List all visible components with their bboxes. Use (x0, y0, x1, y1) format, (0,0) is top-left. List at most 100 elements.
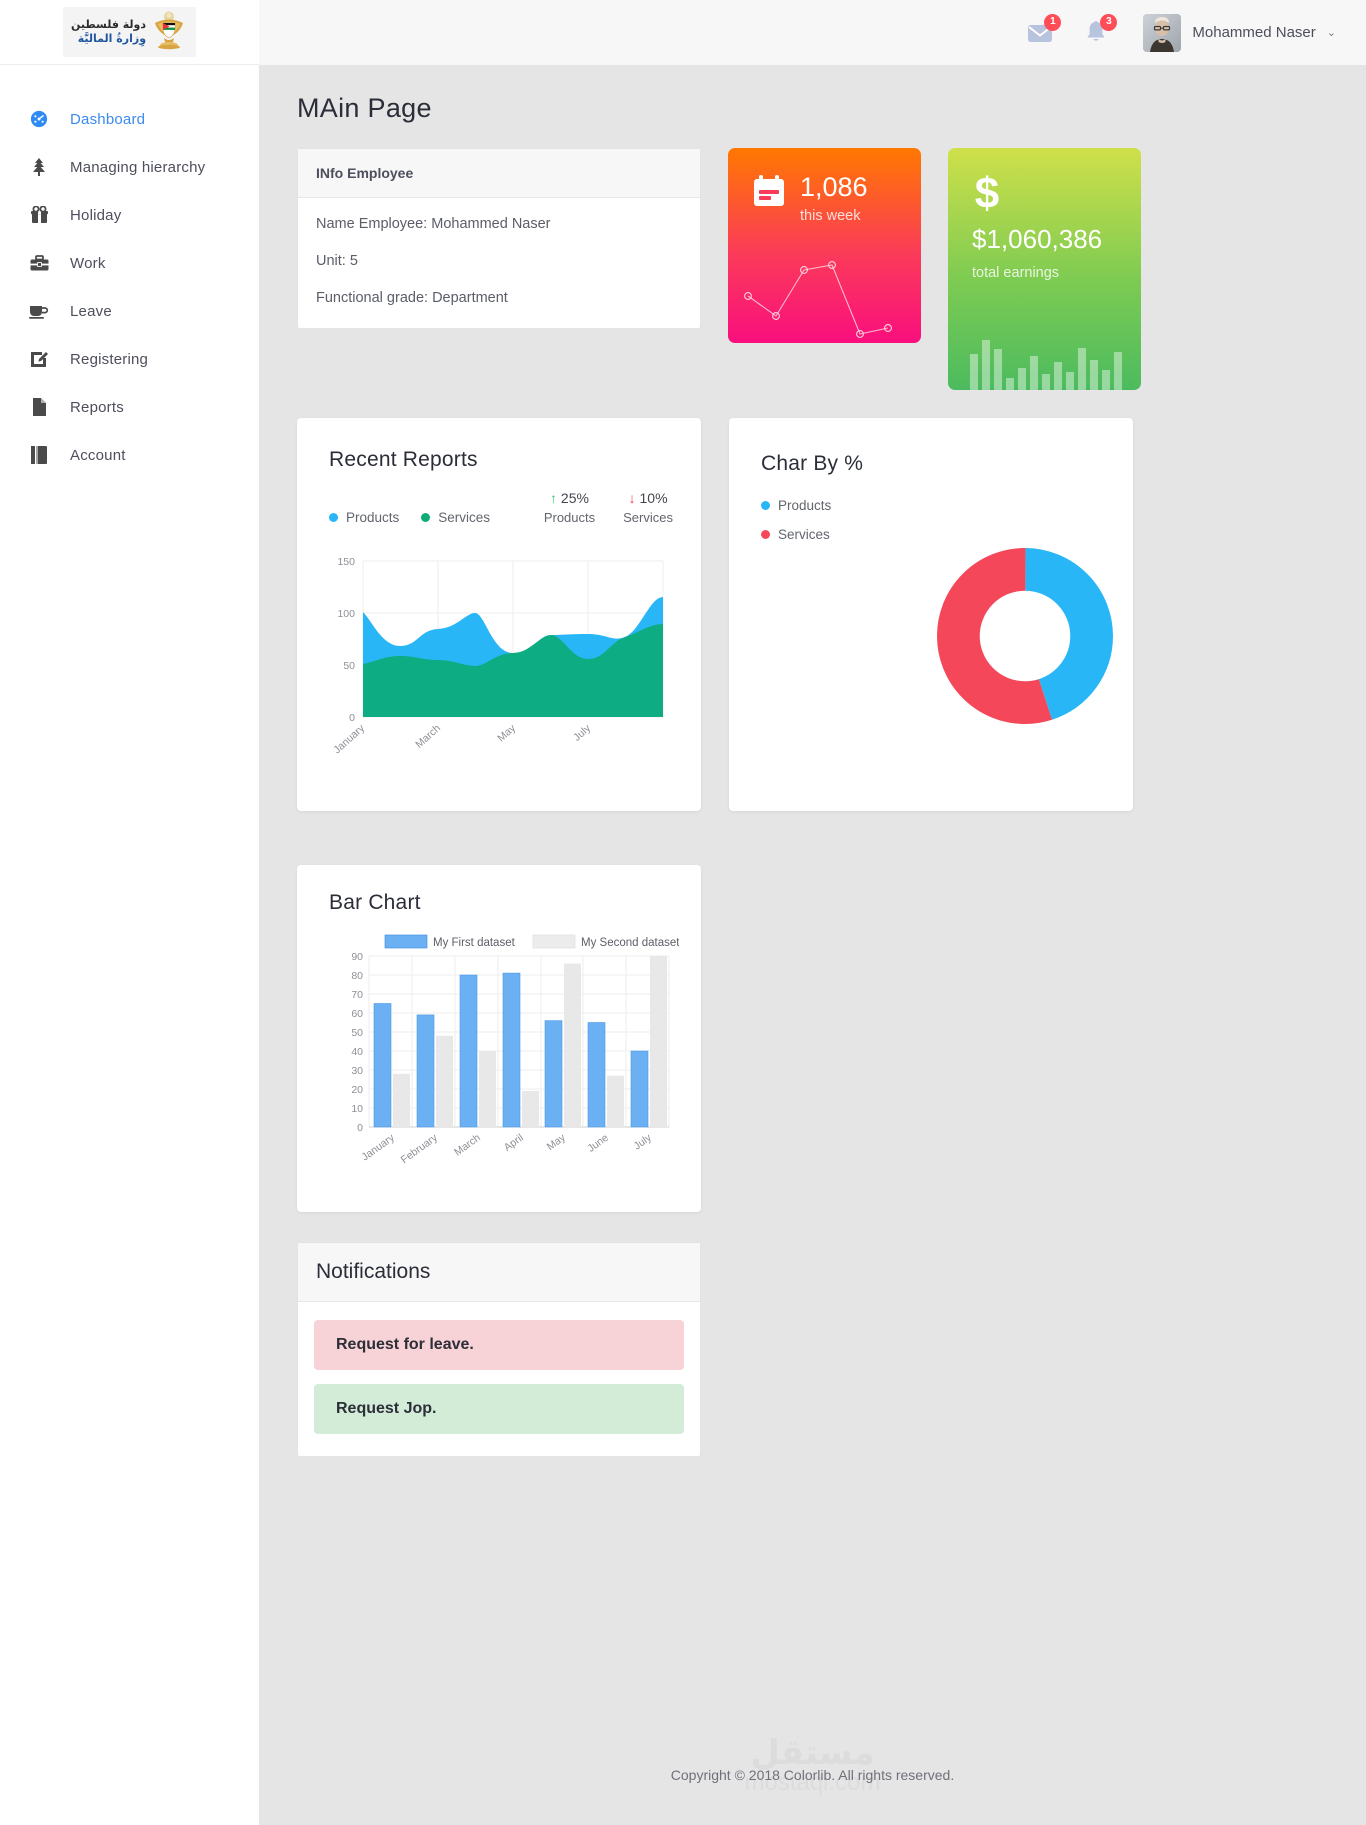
legend-label: Services (438, 510, 491, 525)
notification-item-leave[interactable]: Request for leave. (314, 1320, 684, 1370)
sidebar-item-account[interactable]: Account (0, 431, 259, 479)
edit-square-icon (28, 350, 50, 368)
sidebar: دولة فلسطين وِزارةُ الماليَّة Dashboard … (0, 0, 259, 1825)
svg-text:July: July (632, 1131, 655, 1152)
svg-text:70: 70 (351, 989, 363, 1001)
svg-text:May: May (545, 1131, 569, 1153)
svg-text:My First dataset: My First dataset (433, 937, 516, 949)
arrow-down-icon: ↓ (628, 490, 636, 506)
avatar (1143, 13, 1182, 52)
sidebar-item-label: Managing hierarchy (70, 158, 206, 176)
legend-dot (329, 513, 338, 522)
coffee-icon (28, 303, 50, 319)
donut-chart (937, 548, 1113, 724)
svg-text:150: 150 (337, 556, 355, 568)
recent-reports-title: Recent Reports (329, 448, 478, 471)
sidebar-item-label: Account (70, 446, 126, 464)
stat-label: total earnings (972, 265, 1060, 281)
donut-slice-services (937, 548, 1113, 724)
gauge-icon (28, 110, 50, 128)
chevron-down-icon: ⌄ (1326, 27, 1336, 39)
svg-text:0: 0 (357, 1122, 363, 1134)
book-icon (28, 446, 50, 464)
legend-item-products[interactable]: Products (329, 510, 399, 525)
bar-legend-swatch-second[interactable] (532, 934, 576, 949)
info-line-name: Name Employee: Mohammed Naser (316, 216, 551, 232)
legend-item-services[interactable]: Services (421, 510, 490, 525)
delta-label: Products (543, 510, 596, 525)
user-name: Mohammed Naser (1192, 24, 1316, 41)
svg-text:January: January (359, 1131, 397, 1163)
sidebar-item-reports[interactable]: Reports (0, 383, 259, 431)
svg-text:March: March (413, 722, 443, 751)
bar-chart-title: Bar Chart (329, 891, 421, 914)
svg-text:January: January (331, 722, 367, 756)
svg-text:40: 40 (351, 1046, 363, 1058)
page-title: MAin Page (297, 93, 432, 123)
notification-item-job[interactable]: Request Jop. (314, 1384, 684, 1434)
svg-text:50: 50 (351, 1027, 363, 1039)
sidebar-item-label: Work (70, 254, 106, 272)
legend-dot (421, 513, 431, 522)
stat-card-total-earnings: $ $1,060,386 total earnings (948, 148, 1141, 390)
bar-chart-panel: Bar Chart My First dataset My Second dat… (297, 865, 701, 1212)
stat-card-this-week: 1,086 this week (728, 148, 921, 343)
main-region: 1 3 Mohammed Naser ⌄ MAin Page INfo Empl… (259, 0, 1366, 1825)
svg-text:$: $ (975, 172, 999, 216)
bar-group-july (630, 956, 667, 1128)
file-icon (28, 398, 50, 416)
legend-item-services[interactable]: Services (761, 527, 1113, 542)
mini-bars-chart (970, 340, 1122, 390)
calendar-icon (754, 175, 784, 206)
stat-value: $1,060,386 (972, 224, 1103, 254)
sidebar-item-registering[interactable]: Registering (0, 335, 259, 383)
notifications-header: Notifications (298, 1243, 700, 1302)
legend-item-products[interactable]: Products (761, 498, 1113, 513)
sparkline-chart (744, 261, 892, 338)
notifications-button[interactable]: 3 (1081, 13, 1118, 48)
delta-value: 10% (639, 490, 668, 506)
charts-row: Recent Reports Products Services ↑ 25% P… (297, 418, 1334, 811)
svg-text:April: April (502, 1132, 526, 1154)
svg-text:0: 0 (349, 712, 355, 724)
svg-text:March: March (452, 1132, 483, 1159)
dashboard-page: دولة فلسطين وِزارةُ الماليَّة Dashboard … (0, 0, 1366, 1825)
stat-value: 1,086 (800, 172, 868, 202)
bar-chart-row: Bar Chart My First dataset My Second dat… (297, 865, 1334, 1212)
legend-label: Services (778, 527, 830, 542)
sidebar-item-label: Registering (70, 350, 149, 368)
delta-value: 25% (560, 490, 589, 506)
chart-by-percent-panel: Char By % Products Services (729, 418, 1133, 811)
sidebar-nav: Dashboard Managing hierarchy Holiday Wor… (0, 65, 259, 479)
sidebar-item-leave[interactable]: Leave (0, 287, 259, 335)
sidebar-logo[interactable]: دولة فلسطين وِزارةُ الماليَّة (0, 0, 259, 65)
content-region: MAin Page INfo Employee Name Employee: M… (259, 65, 1366, 1457)
logo-text-line2: وِزارةُ الماليَّة (77, 32, 147, 45)
palestine-emblem-icon (155, 11, 184, 50)
legend-dot (761, 501, 770, 510)
svg-text:10: 10 (351, 1103, 363, 1115)
bar-group-april (502, 972, 539, 1128)
briefcase-icon (28, 254, 50, 272)
area-chart: 150 100 50 0 January March May July (331, 556, 664, 756)
svg-text:90: 90 (351, 951, 363, 963)
sidebar-item-work[interactable]: Work (0, 239, 259, 287)
sidebar-item-dashboard[interactable]: Dashboard (0, 95, 259, 143)
topbar: 1 3 Mohammed Naser ⌄ (259, 0, 1366, 65)
notifications-badge: 3 (1100, 13, 1118, 31)
sidebar-item-managing-hierarchy[interactable]: Managing hierarchy (0, 143, 259, 191)
svg-text:February: February (399, 1131, 441, 1166)
info-employee-body: Name Employee: Mohammed Naser Unit: 5 Fu… (298, 198, 700, 328)
info-line-grade: Functional grade: Department (316, 290, 508, 306)
svg-text:May: May (495, 722, 518, 745)
user-menu[interactable]: Mohammed Naser ⌄ (1143, 13, 1336, 52)
legend-dot (761, 530, 770, 539)
messages-button[interactable]: 1 (1025, 13, 1062, 48)
sidebar-item-holiday[interactable]: Holiday (0, 191, 259, 239)
svg-text:80: 80 (351, 970, 363, 982)
donut-title: Char By % (761, 452, 864, 475)
bar-legend-swatch-first[interactable] (384, 934, 428, 949)
tree-icon (28, 158, 50, 176)
svg-text:My Second dataset: My Second dataset (581, 937, 679, 949)
logo-text-line1: دولة فلسطين (70, 18, 147, 32)
